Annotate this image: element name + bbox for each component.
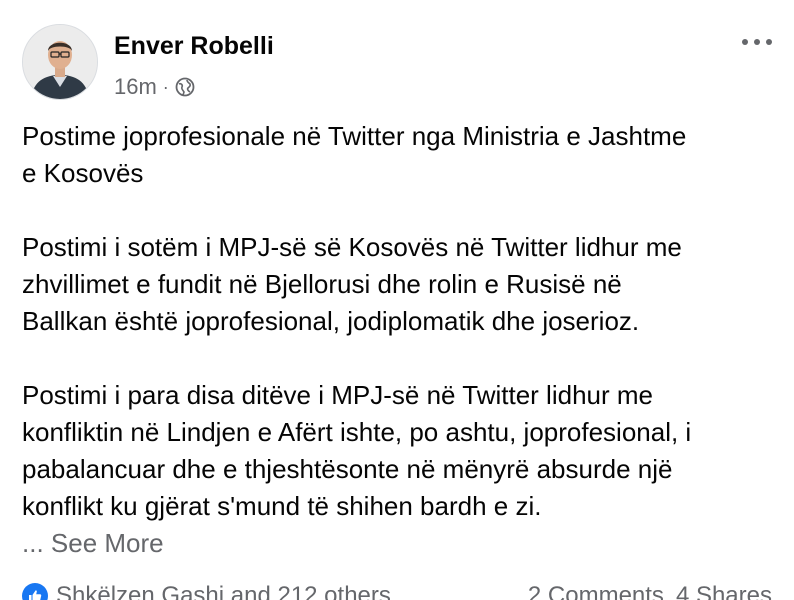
post-paragraph: Postimi i sotëm i MPJ-së së Kosovës në T… [22, 232, 682, 336]
like-icon [22, 583, 48, 600]
meta-separator: · [162, 77, 169, 97]
see-more-link[interactable]: See More [51, 528, 164, 558]
post-time[interactable]: 16m [114, 74, 157, 100]
post-footer: Shkëlzen Gashi and 212 others 2 Comments… [0, 582, 794, 600]
globe-icon[interactable] [175, 77, 195, 97]
more-options-icon[interactable] [742, 32, 772, 52]
avatar-photo [23, 25, 97, 99]
comments-count[interactable]: 2 Comments [528, 582, 664, 600]
post-paragraph: Postime joprofesionale në Twitter nga Mi… [22, 121, 687, 188]
post-header: Enver Robelli 16m · [0, 0, 794, 110]
author-name[interactable]: Enver Robelli [114, 32, 274, 61]
shares-count[interactable]: 4 Shares [676, 582, 772, 600]
engagement-counts: 2 Comments 4 Shares [528, 582, 772, 600]
reactions-summary[interactable]: Shkëlzen Gashi and 212 others [22, 582, 391, 600]
more-dot [742, 39, 748, 45]
post-body: Postime joprofesionale në Twitter nga Mi… [22, 118, 782, 562]
author-avatar[interactable] [22, 24, 98, 100]
reactions-text: Shkëlzen Gashi and 212 others [56, 582, 391, 600]
more-dot [754, 39, 760, 45]
facebook-post: Enver Robelli 16m · Postime joprofesiona… [0, 0, 794, 600]
ellipsis: ... [22, 528, 44, 558]
more-dot [766, 39, 772, 45]
see-more-row: ... See More [22, 525, 164, 562]
post-meta: 16m · [114, 74, 195, 100]
post-paragraph: Postimi i para disa ditëve i MPJ-së në T… [22, 380, 692, 521]
